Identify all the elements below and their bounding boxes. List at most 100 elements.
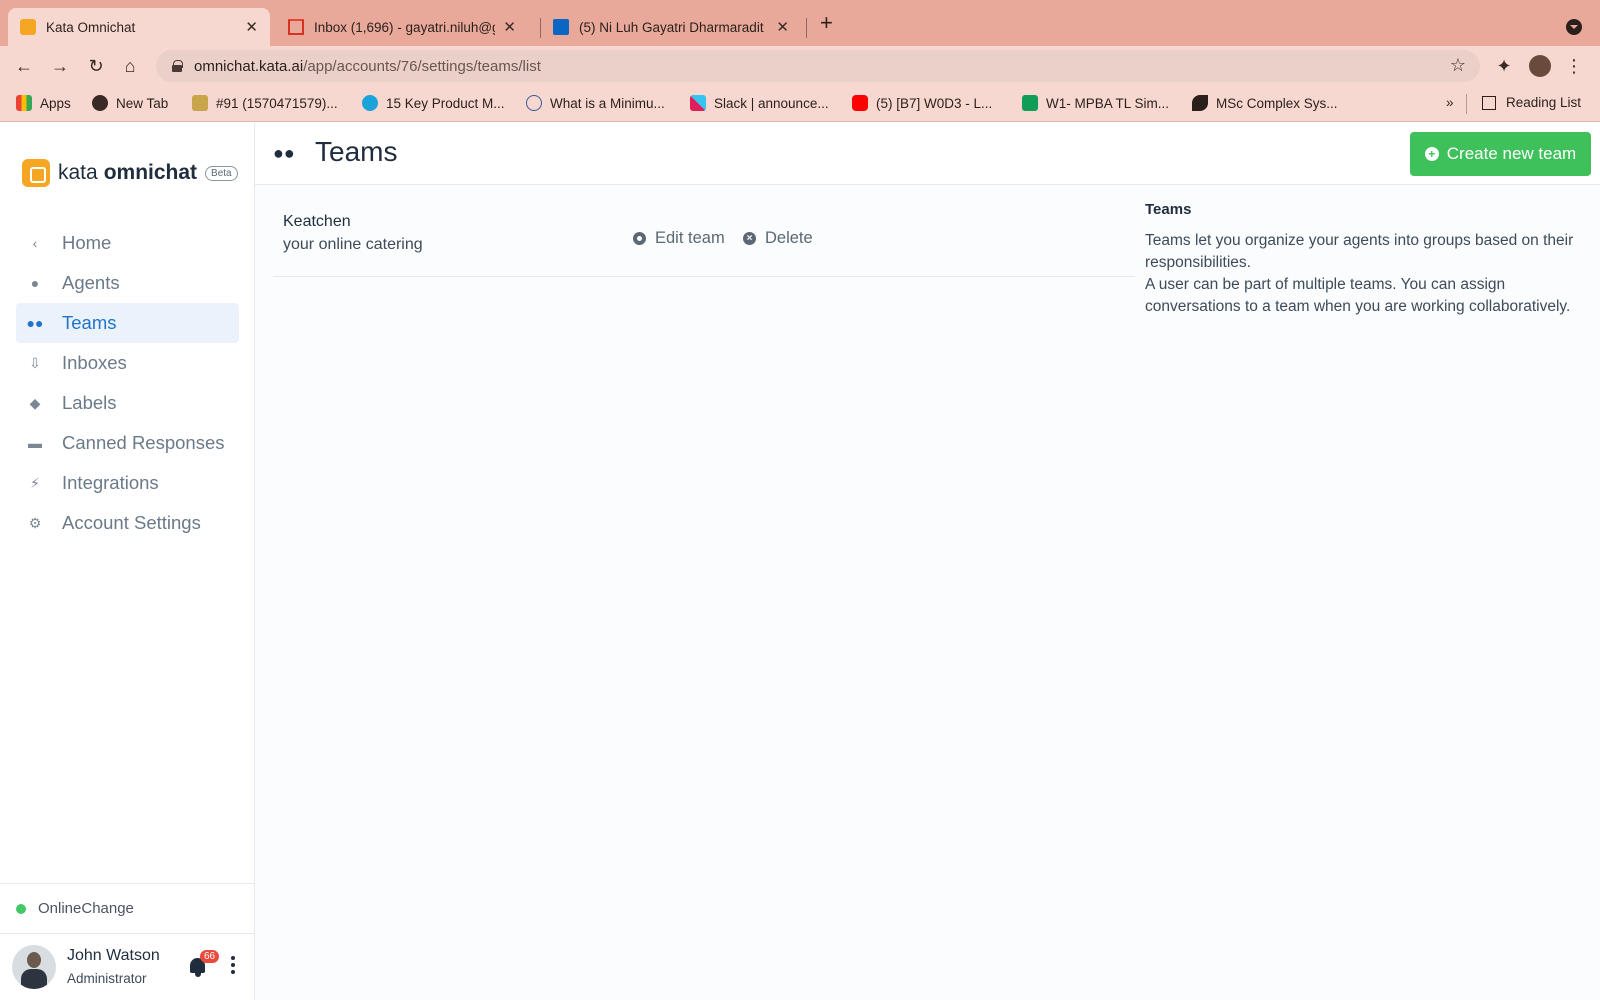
info-paragraph: Teams let you organize your agents into … — [1145, 232, 1574, 271]
tab-title: Inbox (1,696) - gayatri.niluh@g — [314, 19, 496, 35]
s-favicon-icon — [362, 95, 378, 111]
address-bar[interactable]: omnichat.kata.ai/app/accounts/76/setting… — [156, 50, 1480, 82]
browser-menu-icon[interactable]: ⋮ — [1562, 54, 1586, 78]
create-new-team-button[interactable]: + Create new team — [1410, 132, 1591, 176]
sheets-favicon-icon — [1022, 95, 1038, 111]
bookmark-youtube[interactable]: (5) [B7] W0D3 - L... — [852, 95, 992, 111]
sidebar-item-labels[interactable]: ◆ Labels — [16, 383, 239, 423]
kata-favicon-icon — [20, 19, 36, 35]
gear-icon: ⚙ — [28, 514, 42, 531]
profile-avatar-icon[interactable] — [1528, 54, 1552, 78]
agents-icon: ● — [30, 275, 40, 291]
sidebar-item-account-settings[interactable]: ⚙ Account Settings — [16, 503, 239, 543]
tab-close-icon[interactable]: ✕ — [245, 18, 258, 36]
brand-kata: kata — [58, 161, 98, 184]
main-content: ●● Teams + Create new team Keatchen your… — [255, 123, 1600, 1000]
gear-icon — [633, 232, 646, 245]
team-description: your online catering — [283, 236, 423, 253]
sidebar-item-canned-responses[interactable]: ▬ Canned Responses — [16, 423, 239, 463]
sidebar-item-inboxes[interactable]: ⇩ Inboxes — [16, 343, 239, 383]
sidebar-item-label: Agents — [62, 272, 120, 293]
bookmark-sheets[interactable]: W1- MPBA TL Sim... — [1022, 95, 1169, 111]
forward-arrow-icon[interactable]: → — [48, 54, 72, 78]
browser-tab-gmail[interactable]: Inbox (1,696) - gayatri.niluh@g ✕ — [276, 8, 528, 46]
notification-count-badge: 66 — [200, 950, 220, 963]
doc-favicon-icon — [192, 95, 208, 111]
home-icon[interactable]: ⌂ — [118, 54, 142, 78]
sidebar-item-integrations[interactable]: ⚡ Integrations — [16, 463, 239, 503]
bookmark-star-icon[interactable]: ☆ — [1450, 55, 1466, 76]
sidebar-nav: ‹ Home ● Agents ●● Teams ⇩ Inboxes ◆ Lab… — [16, 223, 239, 543]
browser-toolbar: ← → ↻ ⌂ omnichat.kata.ai/app/accounts/76… — [0, 46, 1600, 86]
user-profile[interactable]: John Watson Administrator 66 — [0, 933, 254, 1000]
tab-close-icon[interactable]: ✕ — [503, 18, 516, 36]
user-role: Administrator — [67, 971, 147, 986]
bookmark-91[interactable]: #91 (1570471579)... — [192, 95, 338, 111]
avatar[interactable] — [12, 945, 56, 989]
info-title: Teams — [1145, 201, 1192, 218]
inbox-icon: ⇩ — [29, 354, 41, 371]
edit-team-label: Edit team — [655, 229, 725, 247]
bookmark-apps[interactable]: Apps — [16, 95, 71, 111]
team-name: Keatchen — [283, 213, 351, 230]
teams-icon: ●● — [26, 315, 44, 331]
sidebar-item-label: Labels — [62, 392, 117, 413]
online-dot-icon — [16, 903, 26, 914]
bookmarks-overflow-icon[interactable]: » — [1446, 95, 1454, 110]
msc-favicon-icon — [1192, 95, 1208, 111]
browser-tab-linkedin[interactable]: (5) Ni Luh Gayatri Dharmaradit ✕ — [541, 8, 801, 46]
sidebar-item-label: Home — [62, 232, 112, 253]
kata-logo-icon — [22, 159, 50, 187]
bookmark-15-key[interactable]: 15 Key Product M... — [362, 95, 505, 111]
reading-list-button[interactable]: Reading List — [1482, 95, 1581, 110]
page-header: ●● Teams + Create new team — [255, 123, 1600, 185]
bolt-icon: ⚡ — [30, 474, 40, 491]
sidebar-item-label: Canned Responses — [62, 432, 225, 453]
browser-tab-kata[interactable]: Kata Omnichat ✕ — [8, 8, 270, 46]
browser-tab-bar: Kata Omnichat ✕ Inbox (1,696) - gayatri.… — [0, 0, 1600, 46]
brand-logo[interactable]: kata omnichat Beta — [22, 159, 238, 187]
beta-badge: Beta — [205, 165, 238, 181]
tag-icon: ◆ — [29, 394, 41, 411]
extensions-puzzle-icon[interactable]: ✦ — [1492, 54, 1516, 78]
lock-icon — [172, 60, 183, 72]
url-host: omnichat.kata.ai — [194, 57, 304, 75]
back-arrow-icon[interactable]: ← — [12, 54, 36, 78]
status-text: Online — [38, 900, 82, 917]
sidebar-item-teams[interactable]: ●● Teams — [16, 303, 239, 343]
bookmarks-bar: Apps New Tab #91 (1570471579)... 15 Key … — [0, 86, 1600, 122]
tab-search-icon[interactable] — [1566, 19, 1582, 35]
tab-close-icon[interactable]: ✕ — [776, 18, 789, 36]
user-name: John Watson — [67, 947, 160, 964]
more-options-icon[interactable] — [231, 956, 235, 976]
edit-team-button[interactable]: Edit team — [633, 229, 725, 248]
bookmark-msc[interactable]: MSc Complex Sys... — [1192, 95, 1338, 111]
gmail-favicon-icon — [288, 19, 304, 35]
teams-header-icon: ●● — [273, 143, 295, 163]
url-path: /app/accounts/76/settings/teams/list — [303, 57, 541, 75]
new-tab-plus-icon[interactable]: + — [820, 12, 833, 34]
tab-title: (5) Ni Luh Gayatri Dharmaradit — [579, 19, 764, 35]
linkedin-favicon-icon — [553, 19, 569, 35]
bookmark-slack[interactable]: Slack | announce... — [690, 95, 829, 111]
new-tab-icon — [92, 95, 108, 111]
sidebar-item-home[interactable]: ‹ Home — [16, 223, 239, 263]
tab-separator — [806, 18, 807, 38]
a-favicon-icon — [526, 95, 542, 111]
delete-team-button[interactable]: × Delete — [743, 229, 813, 248]
bookmark-new-tab[interactable]: New Tab — [92, 95, 168, 111]
slack-favicon-icon — [690, 95, 706, 111]
sidebar-item-label: Integrations — [62, 472, 159, 493]
sidebar-item-label: Account Settings — [62, 512, 201, 533]
chat-bubble-icon: ▬ — [28, 435, 42, 451]
change-status-link[interactable]: Change — [81, 900, 134, 917]
reload-icon[interactable]: ↻ — [84, 54, 108, 78]
reading-list-icon — [1482, 95, 1496, 110]
sidebar-item-agents[interactable]: ● Agents — [16, 263, 239, 303]
delete-label: Delete — [765, 229, 813, 247]
plus-circle-icon: + — [1424, 147, 1439, 161]
bookmark-what-is[interactable]: What is a Minimu... — [526, 95, 665, 111]
brand-omnichat: omnichat — [103, 161, 198, 184]
create-button-label: Create new team — [1446, 144, 1577, 163]
chevron-left-icon: ‹ — [32, 235, 38, 251]
